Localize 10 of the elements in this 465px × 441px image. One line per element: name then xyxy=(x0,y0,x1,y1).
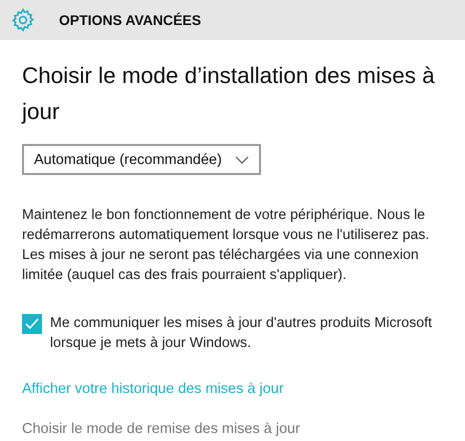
settings-icon xyxy=(10,7,36,33)
checkbox-label: Me communiquer les mises à jour d'autres produits Microsoft lorsque je mets à jour Windows. xyxy=(50,314,433,353)
checkbox[interactable] xyxy=(22,314,42,334)
install-mode-dropdown[interactable]: Automatique (recommandée) xyxy=(22,144,261,175)
section-heading: Choisir le mode d’installation des mises à jour xyxy=(22,62,436,126)
page-title: OPTIONS AVANCÉES xyxy=(59,12,202,28)
settings-link[interactable]: Afficher votre historique des mises à jour xyxy=(22,379,284,399)
chevron-down-icon xyxy=(235,156,249,164)
description-text: Maintenez le bon fonctionnement de votre périphérique. Nous le redémarrerons automatiquement lorsque vous ne l'utiliserez pas. Les mises à jour ne seront pas téléchargées via une connexion limitée (auquel cas des frais pourraient s'appliquer). xyxy=(22,206,430,285)
checkmark-icon xyxy=(25,318,39,330)
